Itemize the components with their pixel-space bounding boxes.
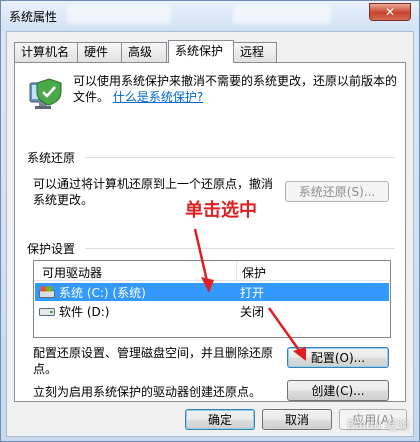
hard-drive-icon	[39, 308, 55, 316]
drive-row-d[interactable]: 软件 (D:) 关闭	[35, 302, 389, 320]
system-restore-heading: 系统还原	[27, 149, 80, 166]
system-properties-window: 系统属性 ✕ 计算机名 硬件 高级 系统保护 远程 可以使用系统保护来撤消不需要…	[0, 0, 420, 442]
ok-button[interactable]: 确定	[185, 409, 255, 430]
column-separator	[236, 261, 237, 281]
dialog-button-bar: 确定 取消 应用(A) Baidu 经验	[7, 404, 413, 436]
system-drive-icon	[39, 286, 55, 298]
system-restore-button[interactable]: 系统还原(S)...	[285, 181, 389, 202]
dialog-client-area: 计算机名 硬件 高级 系统保护 远程 可以使用系统保护来撤消不需要的系统更改，还…	[6, 31, 414, 437]
system-protection-shield-icon	[29, 78, 62, 109]
configure-button[interactable]: 配置(O)...	[287, 347, 389, 368]
drive-row-c[interactable]: 系统 (C:) (系统) 打开	[35, 283, 389, 301]
create-description: 立刻为启用系统保护的驱动器创建还原点。	[33, 385, 262, 399]
drive-list: 可用驱动器 保护 系统 (C:) (系统) 打开 软件 (D:) 关闭	[33, 260, 391, 338]
blurred-background-title	[233, 6, 331, 24]
annotation-click-select: 单击选中	[185, 200, 257, 221]
create-button[interactable]: 创建(C)...	[287, 380, 389, 401]
blurred-background-title	[67, 6, 171, 24]
group-divider	[85, 157, 395, 158]
tab-advanced[interactable]: 高级	[121, 42, 167, 62]
drive-list-header: 可用驱动器 保护	[34, 261, 390, 281]
watermark: Baidu 经验	[347, 418, 409, 432]
what-is-system-protection-link[interactable]: 什么是系统保护?	[113, 90, 203, 104]
window-title: 系统属性	[9, 10, 58, 24]
system-protection-panel: 可以使用系统保护来撤消不需要的系统更改，还原以前版本的文件。 什么是系统保护? …	[14, 62, 406, 402]
column-protection[interactable]: 保护	[242, 264, 266, 281]
intro-text: 可以使用系统保护来撤消不需要的系统更改，还原以前版本的文件。 什么是系统保护?	[73, 73, 398, 105]
tab-system-protection[interactable]: 系统保护	[168, 40, 234, 63]
title-bar[interactable]: 系统属性 ✕	[1, 1, 419, 31]
protection-settings-heading: 保护设置	[27, 240, 80, 257]
close-button[interactable]: ✕	[369, 3, 411, 21]
drive-protection-state: 关闭	[240, 305, 265, 319]
drive-protection-state: 打开	[240, 286, 265, 300]
drive-name: 软件 (D:)	[59, 305, 110, 319]
tab-hardware[interactable]: 硬件	[77, 42, 122, 62]
tab-computer-name[interactable]: 计算机名	[14, 42, 78, 62]
drive-name: 系统 (C:) (系统)	[59, 286, 146, 300]
group-divider	[85, 248, 395, 249]
cancel-button[interactable]: 取消	[262, 409, 332, 430]
tab-remote[interactable]: 远程	[233, 42, 277, 62]
configure-description: 配置还原设置、管理磁盘空间，并且删除还原点。	[33, 346, 274, 376]
column-available-drives[interactable]: 可用驱动器	[42, 264, 102, 281]
